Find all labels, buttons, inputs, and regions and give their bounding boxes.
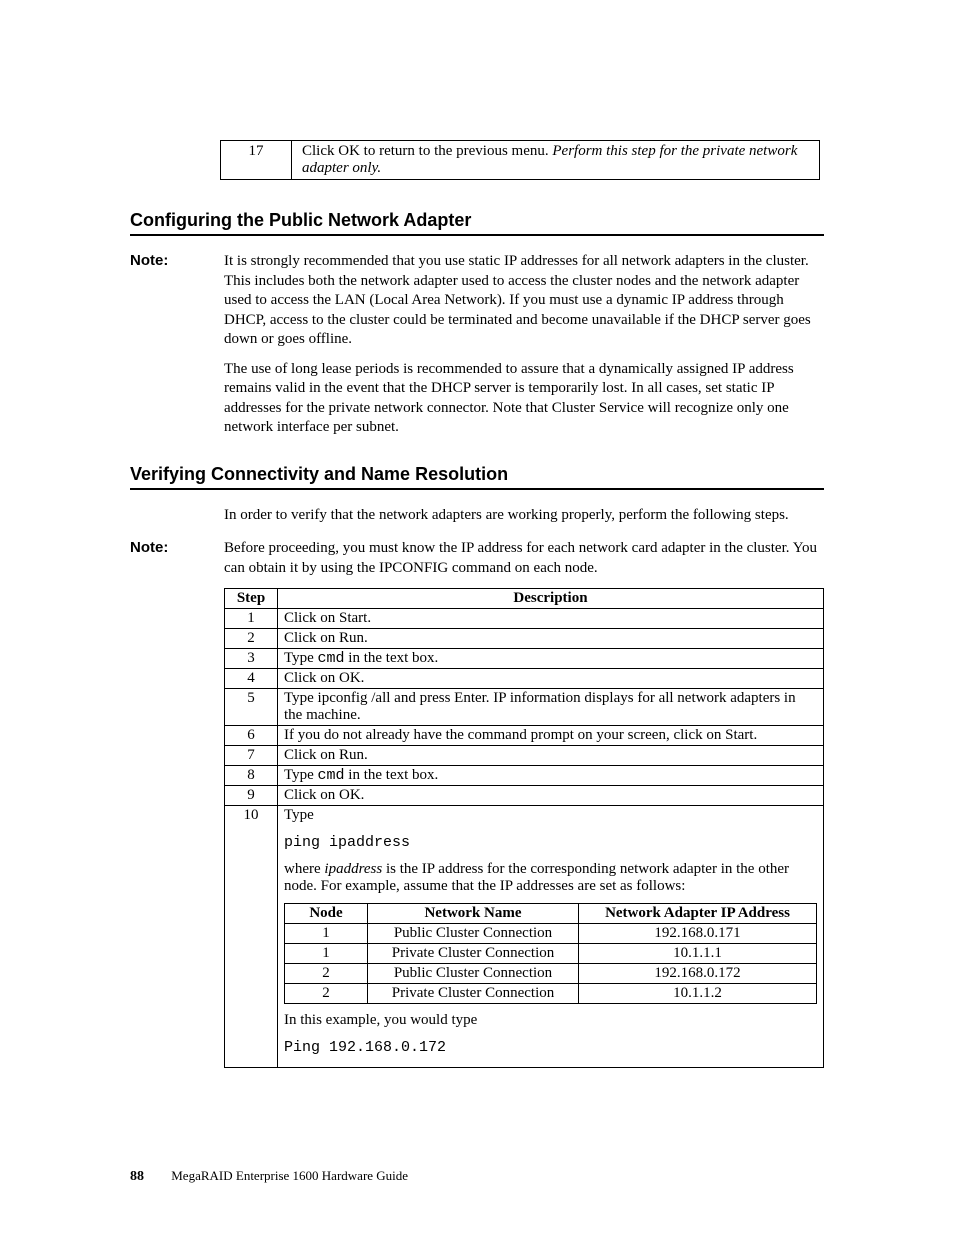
cell: 1 (285, 924, 368, 944)
cell: Private Cluster Connection (368, 944, 579, 964)
step-number: 8 (225, 766, 278, 786)
step-description: Click on Run. (278, 746, 824, 766)
col-step: Step (225, 589, 278, 609)
footer-title: MegaRAID Enterprise 1600 Hardware Guide (171, 1168, 408, 1183)
code: cmd (318, 650, 345, 667)
step-number: 4 (225, 669, 278, 689)
step-description: Click on OK. (278, 786, 824, 806)
step-number: 1 (225, 609, 278, 629)
step-description: Type cmd in the text box. (278, 649, 824, 669)
table-row: 8Type cmd in the text box. (225, 766, 824, 786)
code: ping ipaddress (284, 834, 817, 851)
note-label: Note: (130, 252, 224, 350)
cell: 192.168.0.172 (579, 964, 817, 984)
note-label: Note: (130, 539, 224, 578)
paragraph: In order to verify that the network adap… (224, 506, 824, 526)
cell: Public Cluster Connection (368, 964, 579, 984)
text: Type (284, 650, 318, 666)
step-description: Type cmd in the text box. (278, 766, 824, 786)
step-17-table: 17 Click OK to return to the previous me… (220, 140, 820, 180)
table-row: 7Click on Run. (225, 746, 824, 766)
step-number: 5 (225, 689, 278, 726)
step-description: Type ipconfig /all and press Enter. IP i… (278, 689, 824, 726)
table-row: 3Type cmd in the text box. (225, 649, 824, 669)
col-node: Node (285, 904, 368, 924)
text: Type (284, 807, 817, 824)
table-row: 6If you do not already have the command … (225, 726, 824, 746)
cell: Public Cluster Connection (368, 924, 579, 944)
step-description: Click on OK. (278, 669, 824, 689)
step-number: 10 (225, 806, 278, 1068)
step-number: 6 (225, 726, 278, 746)
heading-configuring-public: Configuring the Public Network Adapter (130, 210, 824, 236)
text-italic: ipaddress (324, 861, 382, 877)
col-network-name: Network Name (368, 904, 579, 924)
page: 17 Click OK to return to the previous me… (0, 0, 954, 1235)
footer: 88 MegaRAID Enterprise 1600 Hardware Gui… (130, 1168, 408, 1185)
text: in the text box. (345, 767, 439, 783)
note-block: Note: Before proceeding, you must know t… (130, 539, 824, 578)
step-number: 17 (221, 141, 292, 180)
table-row: 2Public Cluster Connection192.168.0.172 (285, 964, 817, 984)
cell: 2 (285, 984, 368, 1004)
step-description: If you do not already have the command p… (278, 726, 824, 746)
note-block: Note: It is strongly recommended that yo… (130, 252, 824, 350)
table-row: 1Click on Start. (225, 609, 824, 629)
page-number: 88 (130, 1169, 144, 1184)
step-description: Click OK to return to the previous menu.… (292, 141, 820, 180)
cell: 192.168.0.171 (579, 924, 817, 944)
step-description: Click on Run. (278, 629, 824, 649)
note-text: It is strongly recommended that you use … (224, 252, 824, 350)
inner-ip-table: Node Network Name Network Adapter IP Add… (284, 903, 817, 1004)
cell: 10.1.1.1 (579, 944, 817, 964)
text: Click OK to return to the previous menu. (302, 143, 552, 159)
table-header-row: Step Description (225, 589, 824, 609)
text: where ipaddress is the IP address for th… (284, 861, 817, 895)
table-row: 2Click on Run. (225, 629, 824, 649)
table-row: 4Click on OK. (225, 669, 824, 689)
step-number: 9 (225, 786, 278, 806)
paragraph: The use of long lease periods is recomme… (224, 360, 824, 438)
text: where (284, 861, 324, 877)
table-row: 1Private Cluster Connection10.1.1.1 (285, 944, 817, 964)
table-row: 9Click on OK. (225, 786, 824, 806)
step-number: 7 (225, 746, 278, 766)
cell: Private Cluster Connection (368, 984, 579, 1004)
code: cmd (318, 767, 345, 784)
table-header-row: Node Network Name Network Adapter IP Add… (285, 904, 817, 924)
table-row: 1Public Cluster Connection192.168.0.171 (285, 924, 817, 944)
col-ip: Network Adapter IP Address (579, 904, 817, 924)
cell: 2 (285, 964, 368, 984)
table-row: 5Type ipconfig /all and press Enter. IP … (225, 689, 824, 726)
note-text: Before proceeding, you must know the IP … (224, 539, 824, 578)
col-description: Description (278, 589, 824, 609)
text: Type (284, 767, 318, 783)
cell: 10.1.1.2 (579, 984, 817, 1004)
table-row: 17 Click OK to return to the previous me… (221, 141, 820, 180)
cell: 1 (285, 944, 368, 964)
heading-verifying-connectivity: Verifying Connectivity and Name Resoluti… (130, 464, 824, 490)
steps-table: Step Description 1Click on Start.2Click … (224, 588, 824, 1068)
step-number: 3 (225, 649, 278, 669)
step-number: 2 (225, 629, 278, 649)
table-row: 2Private Cluster Connection10.1.1.2 (285, 984, 817, 1004)
step-description: Type ping ipaddress where ipaddress is t… (278, 806, 824, 1068)
step-description: Click on Start. (278, 609, 824, 629)
code: Ping 192.168.0.172 (284, 1039, 817, 1056)
table-row: 10 Type ping ipaddress where ipaddress i… (225, 806, 824, 1068)
text: In this example, you would type (284, 1012, 817, 1029)
text: in the text box. (345, 650, 439, 666)
